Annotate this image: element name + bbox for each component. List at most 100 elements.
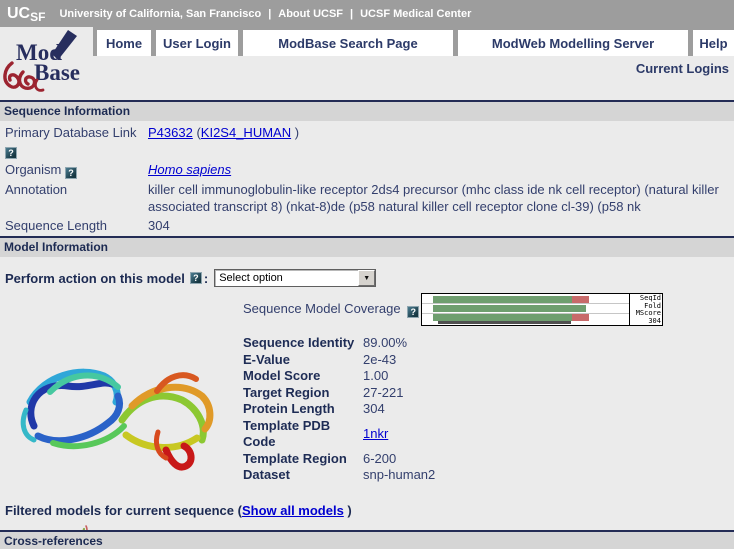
annotation-row: Annotation killer cell immunoglobulin-li… [0, 180, 734, 216]
detail-label: Template Region [243, 451, 363, 468]
topbar-link-about-ucsf[interactable]: About UCSF [278, 8, 343, 20]
template-pdb-link[interactable]: 1nkr [363, 426, 388, 441]
coverage-graphic: SeqId Fold MScore 304 [421, 293, 663, 326]
organism-value: Homo sapiens [148, 161, 734, 179]
primary-db-link-p43632[interactable]: P43632 [148, 125, 193, 140]
coverage-label: Sequence Model Coverage ? [243, 301, 421, 318]
action-select[interactable]: Select option ▼ [214, 269, 376, 287]
detail-value: 1nkr [363, 426, 388, 443]
detail-row-target-region: Target Region 27-221 [243, 385, 435, 402]
current-logins-link[interactable]: Current Logins [636, 61, 729, 76]
nav-user-login[interactable]: User Login [156, 30, 238, 56]
header-row: Mod Base Home User Login ModBase Search … [0, 27, 734, 95]
filtered-models-text: Filtered models for current sequence ( [5, 503, 242, 518]
section-header-cross-references: Cross-references [0, 530, 734, 549]
paren-close: ) [291, 125, 299, 140]
filtered-models-text-close: ) [344, 503, 352, 518]
detail-value: 27-221 [363, 385, 403, 402]
detail-value: 1.00 [363, 368, 388, 385]
paren-open: ( [193, 125, 201, 140]
help-icon[interactable]: ? [5, 147, 17, 159]
detail-row-protein-length: Protein Length 304 [243, 401, 435, 418]
detail-value: 2e-43 [363, 352, 396, 369]
detail-label: Protein Length [243, 401, 363, 418]
primary-db-link-ki2s4-human[interactable]: KI2S4_HUMAN [201, 125, 291, 140]
perform-action-colon: : [204, 271, 208, 286]
detail-row-e-value: E-Value 2e-43 [243, 352, 435, 369]
nav-home[interactable]: Home [97, 30, 151, 56]
detail-value: 304 [363, 401, 385, 418]
ucsf-logo[interactable]: UCSF [7, 5, 45, 23]
nav-modweb-modelling-server[interactable]: ModWeb Modelling Server [458, 30, 688, 56]
detail-value: 6-200 [363, 451, 396, 468]
perform-action-row: Perform action on this model ? : Select … [5, 269, 734, 287]
detail-label: Template PDB Code [243, 418, 363, 451]
coverage-bar-fold-green [433, 305, 586, 312]
coverage-bar-mscore-red [572, 314, 589, 321]
topbar-separator: | [350, 8, 353, 20]
modbase-logo[interactable]: Mod Base [1, 27, 93, 95]
perform-action-label: Perform action on this model [5, 271, 185, 286]
sequence-length-value: 304 [148, 217, 734, 234]
modbase-page: { "topbar": { "brand_uc": "UC", "brand_s… [0, 0, 734, 549]
topbar-link-medical-center[interactable]: UCSF Medical Center [360, 8, 471, 20]
detail-label: E-Value [243, 352, 363, 369]
primary-database-link-value: P43632 (KI2S4_HUMAN ) [148, 124, 734, 159]
detail-value: snp-human2 [363, 467, 435, 484]
detail-row-template-pdb-code: Template PDB Code 1nkr [243, 418, 435, 451]
section-header-sequence-information: Sequence Information [0, 100, 734, 121]
detail-label: Target Region [243, 385, 363, 402]
sequence-info-table: Primary Database Link ? P43632 (KI2S4_HU… [0, 121, 734, 236]
modbase-logo-text-base: Base [34, 60, 80, 85]
main-nav: Home User Login ModBase Search Page ModW… [93, 27, 734, 56]
coverage-bar-seqid-green [433, 296, 572, 303]
organism-label: Organism ? [0, 161, 148, 179]
ucsf-topbar: UCSF University of California, San Franc… [0, 0, 734, 27]
organism-row: Organism ? Homo sapiens [0, 160, 734, 180]
annotation-value: killer cell immunoglobulin-like receptor… [148, 181, 734, 215]
coverage-legend-length: 304 [630, 318, 661, 326]
topbar-link-university[interactable]: University of California, San Francisco [59, 8, 261, 20]
ucsf-logo-sf: SF [30, 10, 45, 24]
detail-row-sequence-identity: Sequence Identity 89.00% [243, 335, 435, 352]
detail-row-dataset: Dataset snp-human2 [243, 467, 435, 484]
current-logins-row: Current Logins [0, 56, 734, 78]
detail-value: 89.00% [363, 335, 407, 352]
organism-label-text: Organism [5, 162, 61, 177]
detail-row-template-region: Template Region 6-200 [243, 451, 435, 468]
show-all-models-link[interactable]: Show all models [242, 503, 344, 518]
ucsf-logo-uc: UC [7, 5, 30, 22]
annotation-label: Annotation [0, 181, 148, 215]
nav-modbase-search-page[interactable]: ModBase Search Page [243, 30, 453, 56]
detail-label: Dataset [243, 467, 363, 484]
help-icon[interactable]: ? [407, 306, 419, 318]
nav-help[interactable]: Help [693, 30, 734, 56]
coverage-bar-seqid-red [572, 296, 589, 303]
primary-database-link-label-text: Primary Database Link [5, 125, 137, 140]
model-image-wrap [0, 326, 243, 493]
sequence-length-row: Sequence Length 304 [0, 216, 734, 235]
filtered-models-row: Filtered models for current sequence (Sh… [5, 503, 734, 518]
detail-label: Model Score [243, 368, 363, 385]
help-icon[interactable]: ? [65, 167, 77, 179]
sequence-length-label: Sequence Length [0, 217, 148, 234]
section-header-model-information: Model Information [0, 236, 734, 257]
coverage-target-region-ruler [438, 321, 571, 324]
chevron-down-icon[interactable]: ▼ [358, 270, 375, 286]
detail-label: Sequence Identity [243, 335, 363, 352]
help-icon[interactable]: ? [190, 272, 202, 284]
coverage-row: Sequence Model Coverage ? SeqId Fold MSc… [243, 293, 734, 326]
coverage-bar-mscore-green [433, 314, 572, 321]
coverage-legend: SeqId Fold MScore 304 [629, 294, 662, 325]
organism-link[interactable]: Homo sapiens [148, 162, 231, 177]
primary-database-link-label: Primary Database Link ? [0, 124, 148, 159]
model-details-table: Sequence Identity 89.00% E-Value 2e-43 M… [243, 326, 435, 493]
topbar-separator: | [268, 8, 271, 20]
model-area: Sequence Identity 89.00% E-Value 2e-43 M… [0, 326, 734, 493]
action-select-value: Select option [215, 270, 358, 286]
coverage-divider [422, 303, 630, 304]
protein-model-image[interactable] [8, 332, 234, 488]
detail-row-model-score: Model Score 1.00 [243, 368, 435, 385]
primary-database-link-row: Primary Database Link ? P43632 (KI2S4_HU… [0, 123, 734, 160]
coverage-label-text: Sequence Model Coverage [243, 301, 401, 316]
